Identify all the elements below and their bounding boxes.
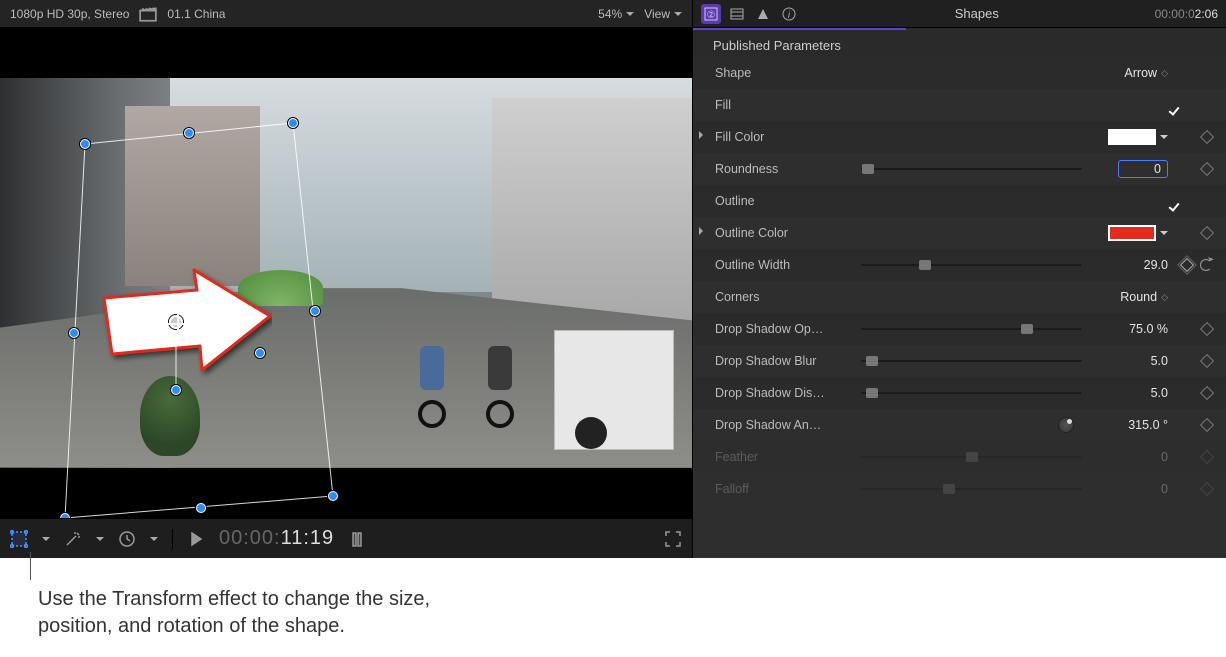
retime-tool-menu[interactable] <box>150 531 158 546</box>
param-outline: Outline <box>693 185 1226 217</box>
param-fill: Fill <box>693 89 1226 121</box>
transform-tool-button[interactable] <box>10 530 28 548</box>
inspector-timecode: 00:00:02:06 <box>1155 7 1218 21</box>
outline-width-slider[interactable] <box>861 258 1082 272</box>
ds-blur-value[interactable]: 5.0 <box>1082 354 1174 368</box>
inspector-tab-generator[interactable]: ② <box>701 4 721 24</box>
transform-handle[interactable] <box>196 503 206 513</box>
fullscreen-button[interactable] <box>664 530 682 548</box>
enhance-tool-menu[interactable] <box>96 531 104 546</box>
transform-handle[interactable] <box>255 348 265 358</box>
param-drop-shadow-distance: Drop Shadow Dis… 5.0 <box>693 377 1226 409</box>
ds-opacity-value[interactable]: 75.0 % <box>1082 322 1174 336</box>
inspector-tab-color[interactable] <box>753 4 773 24</box>
transform-pivot[interactable] <box>169 315 183 329</box>
param-drop-shadow-angle: Drop Shadow An… 315.0 ° <box>693 409 1226 441</box>
svg-text:②: ② <box>707 10 716 21</box>
keyframe-button[interactable] <box>1200 354 1214 368</box>
shape-popup[interactable]: Arrow ◇ <box>1124 66 1168 80</box>
keyframe-button[interactable] <box>1200 162 1214 176</box>
transform-handle[interactable] <box>328 491 338 501</box>
play-button[interactable] <box>187 530 205 548</box>
transform-tool-menu[interactable] <box>42 531 50 546</box>
inspector-panel: ② i Shapes 00:00:02:06 Published Paramet… <box>693 0 1226 558</box>
zoom-dropdown[interactable]: 54% <box>598 7 634 21</box>
param-drop-shadow-opacity: Drop Shadow Op… 75.0 % <box>693 313 1226 345</box>
keyframe-button[interactable] <box>1200 418 1214 432</box>
transform-handle[interactable] <box>310 306 320 316</box>
ds-angle-dial[interactable] <box>1058 417 1074 433</box>
clip-name: 01.1 China <box>167 7 225 21</box>
transform-handle[interactable] <box>288 118 298 128</box>
viewer-canvas[interactable] <box>0 27 692 518</box>
enhance-tool-button[interactable] <box>64 530 82 548</box>
inspector-tab-info[interactable]: i <box>779 4 799 24</box>
ds-opacity-slider[interactable] <box>861 322 1082 336</box>
disclosure-triangle[interactable] <box>695 131 707 143</box>
outline-color-swatch[interactable] <box>1108 225 1156 241</box>
param-roundness: Roundness 0 <box>693 153 1226 185</box>
disclosure-triangle[interactable] <box>695 227 707 239</box>
inspector-tab-video[interactable] <box>727 4 747 24</box>
published-parameters-header: Published Parameters <box>693 30 1226 57</box>
view-dropdown[interactable]: View <box>644 7 682 21</box>
ds-angle-value[interactable]: 315.0 ° <box>1082 418 1174 432</box>
retime-tool-button[interactable] <box>118 530 136 548</box>
keyframe-button[interactable] <box>1200 322 1214 336</box>
keyframe-button[interactable] <box>1180 258 1194 272</box>
timecode-display[interactable]: 00:00:11:19 <box>219 527 334 550</box>
keyframe-button[interactable] <box>1200 130 1214 144</box>
param-corners: Corners Round ◇ <box>693 281 1226 313</box>
reset-button[interactable] <box>1200 259 1212 271</box>
transform-handle[interactable] <box>80 139 90 149</box>
clip-format: 1080p HD 30p, Stereo <box>10 7 129 21</box>
viewer-topbar: 1080p HD 30p, Stereo 01.1 China 54% View <box>0 0 692 27</box>
clapperboard-icon <box>139 5 157 23</box>
transport-bar: 00:00:11:19 <box>0 518 692 558</box>
ds-blur-slider[interactable] <box>861 354 1082 368</box>
param-feather: Feather 0 <box>693 441 1226 473</box>
outline-width-value[interactable]: 29.0 <box>1082 258 1174 272</box>
param-fill-color: Fill Color <box>693 121 1226 153</box>
transform-handle[interactable] <box>184 128 194 138</box>
roundness-value-field[interactable]: 0 <box>1118 160 1168 178</box>
audio-meter-icon <box>348 530 366 548</box>
param-outline-color: Outline Color <box>693 217 1226 249</box>
corners-popup[interactable]: Round ◇ <box>1120 290 1168 304</box>
transform-bounding-box[interactable] <box>0 78 692 519</box>
keyframe-button[interactable] <box>1200 226 1214 240</box>
transform-handle[interactable] <box>69 328 79 338</box>
rotation-handle[interactable] <box>171 385 181 395</box>
param-shape: Shape Arrow ◇ <box>693 57 1226 89</box>
ds-distance-slider[interactable] <box>861 386 1082 400</box>
ds-distance-value[interactable]: 5.0 <box>1082 386 1174 400</box>
outline-color-menu[interactable] <box>1160 226 1168 240</box>
fill-color-swatch[interactable] <box>1108 129 1156 145</box>
param-drop-shadow-blur: Drop Shadow Blur 5.0 <box>693 345 1226 377</box>
fill-color-menu[interactable] <box>1160 130 1168 144</box>
annotation-caption: Use the Transform effect to change the s… <box>0 558 600 640</box>
inspector-title: Shapes <box>805 6 1149 21</box>
param-outline-width: Outline Width 29.0 <box>693 249 1226 281</box>
keyframe-button[interactable] <box>1200 386 1214 400</box>
param-falloff: Falloff 0 <box>693 473 1226 505</box>
roundness-slider[interactable] <box>861 162 1082 176</box>
